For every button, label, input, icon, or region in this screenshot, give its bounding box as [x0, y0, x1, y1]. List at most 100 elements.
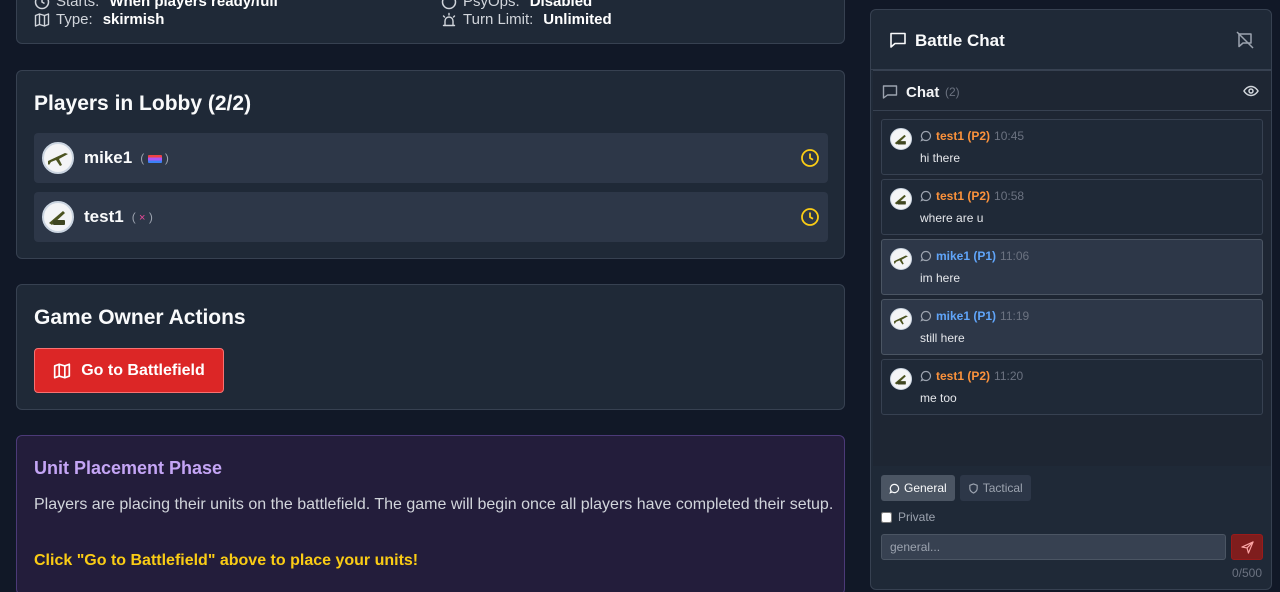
eye-icon[interactable]	[1243, 83, 1259, 99]
chat-count: (2)	[945, 85, 960, 99]
avatar	[890, 368, 912, 390]
avatar	[42, 201, 74, 233]
clock-icon	[801, 149, 819, 167]
message-text: still here	[920, 331, 965, 345]
message-author: test1 (P2)	[936, 369, 991, 383]
artillery-icon	[894, 134, 906, 145]
message-icon	[920, 250, 932, 262]
shield-icon	[968, 482, 978, 494]
starts-value: When players ready/full	[109, 0, 278, 10]
map-icon	[34, 12, 50, 28]
message-text: hi there	[920, 151, 961, 165]
chat-message: mike1 (P1) 11:19 still here	[881, 299, 1263, 355]
starts-label: Starts:	[56, 0, 100, 10]
player-name: test1	[84, 207, 124, 226]
message-icon	[889, 483, 900, 494]
player-badge: ( × )	[131, 210, 153, 224]
go-to-battlefield-button[interactable]: Go to Battlefield	[34, 348, 224, 393]
chat-section: Chat (2) test1 (P2) 10:45 hi there test1…	[873, 70, 1271, 466]
message-author: mike1 (P1)	[936, 309, 997, 323]
message-icon	[920, 310, 932, 322]
chat-tabs: General Tactical	[881, 475, 1031, 501]
turn-limit-row: Turn Limit: Unlimited	[441, 11, 612, 28]
send-button[interactable]	[1231, 534, 1263, 560]
turn-limit-label: Turn Limit:	[463, 11, 534, 28]
game-info-card: Starts: When players ready/full Type: sk…	[16, 0, 845, 44]
private-checkbox[interactable]	[881, 511, 892, 523]
chat-icon	[882, 85, 898, 99]
char-count: 0/500	[1231, 566, 1262, 580]
artillery-icon	[894, 194, 906, 205]
avatar	[890, 308, 912, 330]
psyops-icon	[441, 0, 457, 10]
message-time: 11:06	[1000, 249, 1030, 263]
psyops-row: PsyOps: Disabled	[441, 0, 592, 10]
message-meta: test1 (P2) 10:58	[920, 189, 1024, 203]
message-icon	[920, 370, 932, 382]
message-time: 11:20	[994, 369, 1024, 383]
battle-chat-panel: Battle Chat Chat (2) test1 (P2) 10:45 hi…	[870, 9, 1272, 590]
message-text: me too	[920, 391, 957, 405]
private-toggle[interactable]: Private	[881, 510, 935, 524]
flag-icon	[147, 154, 162, 163]
plane-icon	[48, 153, 68, 166]
type-label: Type:	[56, 11, 93, 28]
tab-tactical[interactable]: Tactical	[959, 475, 1031, 501]
player-row: test1 ( × )	[34, 192, 828, 242]
message-icon	[920, 190, 932, 202]
plane-icon	[894, 255, 908, 265]
message-meta: mike1 (P1) 11:06	[920, 249, 1029, 263]
message-text: im here	[920, 271, 961, 285]
tab-general-label: General	[904, 481, 947, 495]
chat-section-title: Chat	[906, 84, 940, 101]
tab-tactical-label: Tactical	[982, 481, 1023, 495]
message-icon	[920, 130, 932, 142]
message-author: mike1 (P1)	[936, 249, 997, 263]
flag-icon: ×	[139, 212, 146, 224]
message-meta: test1 (P2) 10:45	[920, 129, 1024, 143]
clock-icon	[801, 208, 819, 226]
type-value: skirmish	[102, 11, 165, 28]
chat-title: Battle Chat	[915, 31, 1005, 50]
players-card: Players in Lobby (2/2) mike1 ( ) test1 (…	[16, 70, 845, 259]
player-name: mike1	[84, 148, 133, 167]
psyops-value: Disabled	[529, 0, 593, 10]
map-icon	[54, 362, 71, 379]
player-badge: ( )	[140, 151, 169, 165]
tab-general[interactable]: General	[881, 475, 955, 501]
message-meta: mike1 (P1) 11:19	[920, 309, 1029, 323]
player-row: mike1 ( )	[34, 133, 828, 183]
message-text: where are u	[920, 211, 984, 225]
artillery-icon	[894, 374, 906, 385]
private-label: Private	[898, 510, 936, 524]
turn-limit-value: Unlimited	[543, 11, 612, 28]
phase-cta: Click "Go to Battlefield" above to place…	[34, 552, 419, 569]
send-icon	[1240, 540, 1254, 554]
psyops-label: PsyOps:	[463, 0, 520, 10]
type-row: Type: skirmish	[34, 11, 164, 28]
chat-message: test1 (P2) 11:20 me too	[881, 359, 1263, 415]
chat-icon	[890, 32, 906, 48]
message-time: 10:58	[994, 189, 1025, 203]
alarm-icon	[441, 12, 457, 28]
starts-row: Starts: When players ready/full	[34, 0, 278, 10]
avatar	[890, 128, 912, 150]
phase-title: Unit Placement Phase	[34, 458, 223, 478]
avatar	[42, 142, 74, 174]
message-author: test1 (P2)	[936, 129, 991, 143]
phase-card: Unit Placement Phase Players are placing…	[16, 435, 845, 592]
message-author: test1 (P2)	[936, 189, 991, 203]
clock-icon	[34, 0, 50, 10]
chat-off-icon[interactable]	[1235, 30, 1255, 50]
chat-message-input[interactable]	[881, 534, 1226, 560]
avatar	[890, 248, 912, 270]
artillery-icon	[49, 211, 65, 225]
message-meta: test1 (P2) 11:20	[920, 369, 1023, 383]
chat-message: test1 (P2) 10:58 where are u	[881, 179, 1263, 235]
chat-message: mike1 (P1) 11:06 im here	[881, 239, 1263, 295]
go-to-battlefield-label: Go to Battlefield	[81, 361, 205, 379]
avatar	[890, 188, 912, 210]
message-time: 11:19	[1000, 309, 1030, 323]
chat-message: test1 (P2) 10:45 hi there	[881, 119, 1263, 175]
page: Starts: When players ready/full Type: sk…	[0, 0, 1280, 592]
